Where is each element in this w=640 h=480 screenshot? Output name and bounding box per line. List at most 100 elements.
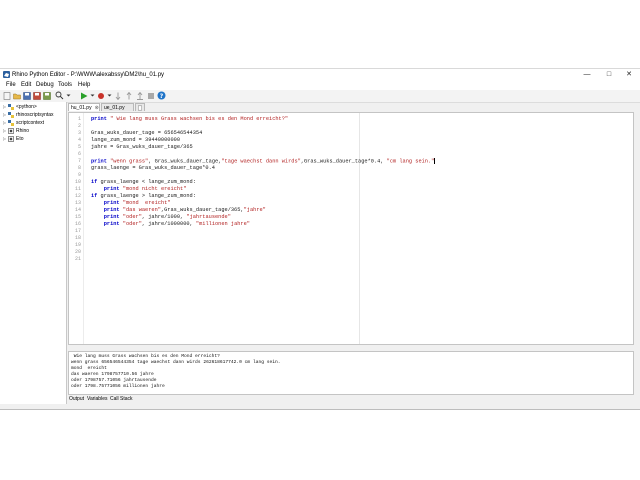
- code-line: print "oder", jahre/1000000, "millionen …: [91, 221, 250, 227]
- output-line: wenn grass 656546544354 tage waechst dan…: [71, 360, 281, 365]
- window-title: Rhino Python Editor - P:\WWW\alexabssy\D…: [12, 72, 165, 78]
- new-tab-button[interactable]: [135, 103, 145, 111]
- save-icon[interactable]: [22, 91, 31, 100]
- python-module-icon: [8, 111, 14, 118]
- step-into-icon[interactable]: [124, 91, 133, 100]
- maximize-button[interactable]: □: [598, 69, 620, 81]
- code-keyword: print: [91, 200, 120, 206]
- stop-icon[interactable]: [146, 91, 155, 100]
- tree-item-rhino[interactable]: ▷ Rhino: [3, 127, 29, 134]
- tree-item-python[interactable]: ▷ <python>: [3, 103, 37, 110]
- close-tab-icon[interactable]: ⊗: [95, 105, 99, 111]
- line-number-gutter: 1 2 3 4 5 6 7 8 9 10 11 12 13 14 15 16 17 18 19 20 21: [69, 113, 84, 344]
- code-line: print "mond nicht ereicht": [91, 186, 187, 192]
- menu-debug[interactable]: Debug: [36, 82, 54, 88]
- code-keyword: print: [91, 158, 107, 165]
- save-as-icon[interactable]: [32, 91, 41, 100]
- line-number: 6: [77, 151, 81, 157]
- line-number: 1: [77, 116, 81, 122]
- editor-window: Rhino Python Editor - P:\WWW\alexabssy\D…: [0, 68, 640, 410]
- code-text: grass_laenge < lange_zum_mond:: [97, 179, 196, 185]
- line-number: 16: [74, 221, 81, 227]
- tree-item-label: <python>: [16, 103, 37, 110]
- line-number: 10: [74, 179, 81, 185]
- module-tree: ▷ <python> ▷ rhinoscriptsyntax ▷ scriptcont…: [0, 102, 67, 404]
- output-panel[interactable]: Wie lang muss Grass wachsen bis es den M…: [68, 351, 634, 395]
- tab-label: hu_01.py: [71, 104, 92, 111]
- output-line: oder 1798757.71056 jahrtausende: [71, 378, 157, 383]
- tree-item-rhinoscriptsyntax[interactable]: ▷ rhinoscriptsyntax: [3, 111, 54, 118]
- line-number: 14: [74, 207, 81, 213]
- tab-label: ue_01.py: [104, 104, 125, 111]
- namespace-icon: [8, 127, 14, 134]
- code-text: "oder", jahre/1000000, "millionen jahre": [122, 221, 250, 227]
- run-script-icon[interactable]: [79, 91, 88, 100]
- code-text: "mond ereicht": [122, 200, 171, 206]
- code-line: print "wenn grass", Gras_wuks_dauer_tage…: [91, 158, 436, 165]
- line-number: 21: [74, 256, 81, 262]
- save-all-icon[interactable]: [42, 91, 51, 100]
- code-keyword: print: [91, 221, 120, 227]
- step-over-icon[interactable]: [113, 91, 122, 100]
- line-number: 18: [74, 235, 81, 241]
- code-line: lange_zum_mond = 39440000000: [91, 137, 180, 143]
- menu-tools[interactable]: Tools: [58, 82, 72, 88]
- rhino-app-icon: [3, 71, 10, 78]
- line-number: 4: [77, 137, 81, 143]
- code-keyword: print: [91, 214, 120, 220]
- line-number: 12: [74, 193, 81, 199]
- breakpoint-icon[interactable]: [96, 91, 105, 100]
- text-caret: [434, 158, 436, 164]
- line-number: 5: [77, 144, 81, 150]
- menu-file[interactable]: File: [6, 82, 16, 88]
- code-line: print "oder", jahre/1000, "jahrtausende": [91, 214, 231, 220]
- minimize-button[interactable]: —: [576, 69, 598, 81]
- line-number: 7: [77, 158, 81, 164]
- tree-item-label: rhinoscriptsyntax: [16, 111, 54, 118]
- python-module-icon: [8, 119, 14, 126]
- code-keyword: print: [91, 186, 120, 192]
- tab-output[interactable]: Output: [69, 396, 84, 402]
- tab-ue-01[interactable]: ue_01.py: [101, 103, 134, 111]
- line-number: 3: [77, 130, 81, 136]
- code-line: print "das waeren",Gras_wuks_dauer_tage/…: [91, 207, 266, 213]
- output-line: oder 1798.75771056 millionen jahre: [71, 384, 165, 389]
- code-text: "oder", jahre/1000, "jahrtausende": [122, 214, 231, 220]
- step-out-icon[interactable]: [135, 91, 144, 100]
- code-line: if grass_laenge < lange_zum_mond:: [91, 179, 196, 185]
- margin-guide: [359, 113, 360, 344]
- tree-item-scriptcontext[interactable]: ▷ scriptcontext: [3, 119, 44, 126]
- code-line: grass_laenge = Gras_wuks_dauer_tage*0.4: [91, 165, 215, 171]
- code-line: print "mond ereicht": [91, 200, 171, 206]
- code-line: if grass_laenge > lange_zum_mond:: [91, 193, 196, 199]
- tab-variables[interactable]: Variables: [87, 396, 107, 402]
- new-file-icon[interactable]: [2, 91, 11, 100]
- tree-item-eto[interactable]: ▷ Eto: [3, 135, 24, 142]
- title-bar: Rhino Python Editor - P:\WWW\alexabssy\D…: [0, 69, 640, 81]
- tree-item-label: Eto: [16, 135, 24, 142]
- toolbar: ?: [0, 90, 640, 103]
- menu-help[interactable]: Help: [78, 82, 90, 88]
- open-folder-icon[interactable]: [12, 91, 21, 100]
- code-editor[interactable]: 1 2 3 4 5 6 7 8 9 10 11 12 13 14 15 16 17 18 19 20 21 print …: [68, 112, 634, 345]
- line-number: 11: [74, 186, 81, 192]
- code-text: grass_laenge = Gras_wuks_dauer_tage*0.4: [91, 165, 215, 171]
- code-text: jahre = Gras_wuks_dauer_tage/365: [91, 144, 193, 150]
- search-dropdown-icon[interactable]: [64, 91, 73, 100]
- line-number: 17: [74, 228, 81, 234]
- line-number: 19: [74, 242, 81, 248]
- menu-bar: File Edit Debug Tools Help: [0, 81, 640, 90]
- line-number: 2: [77, 123, 81, 129]
- tab-hu-01[interactable]: hu_01.py ⊗: [68, 103, 100, 111]
- line-number: 15: [74, 214, 81, 220]
- code-text: " Wie lang muss Grass wachsen bis es den…: [110, 116, 289, 122]
- python-module-icon: [8, 103, 14, 110]
- menu-edit[interactable]: Edit: [21, 82, 31, 88]
- close-button[interactable]: ✕: [618, 69, 640, 81]
- help-icon[interactable]: ?: [157, 91, 166, 100]
- editor-tabs: hu_01.py ⊗ ue_01.py: [68, 103, 640, 112]
- search-icon[interactable]: [55, 91, 64, 100]
- line-number: 13: [74, 200, 81, 206]
- code-text: grass_laenge > lange_zum_mond:: [97, 193, 196, 199]
- tab-call-stack[interactable]: Call Stack: [110, 396, 133, 402]
